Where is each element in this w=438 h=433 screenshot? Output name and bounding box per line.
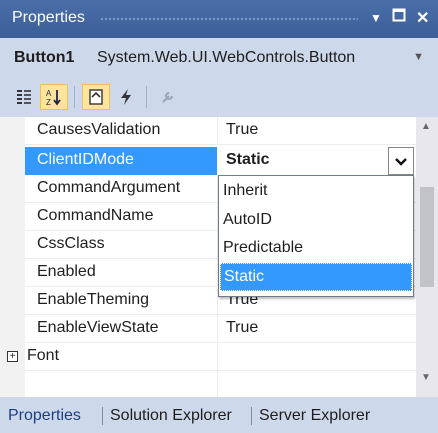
object-type: System.Web.UI.WebControls.Button (97, 49, 356, 66)
auto-hide-icon[interactable] (392, 8, 406, 27)
property-value[interactable]: True (226, 121, 258, 139)
property-name: Enabled (37, 263, 96, 280)
clientidmode-dropdown-list: Inherit AutoID Predictable Static (218, 175, 414, 297)
dropdown-option-autoid[interactable]: AutoID (220, 207, 412, 235)
dropdown-option-inherit[interactable]: Inherit (220, 178, 412, 206)
vertical-scrollbar[interactable]: ▲ ▼ (416, 117, 438, 397)
property-row-font[interactable]: + Font (0, 343, 416, 371)
expand-icon[interactable]: + (7, 351, 18, 362)
categorized-icon[interactable] (10, 84, 38, 110)
svg-text:Z: Z (46, 98, 51, 106)
events-icon[interactable] (112, 84, 140, 110)
svg-text:A: A (46, 89, 52, 98)
drag-grip[interactable] (100, 17, 358, 21)
property-row-causesvalidation[interactable]: CausesValidation True (0, 117, 416, 145)
object-name: Button1 (14, 49, 75, 66)
property-name: CommandArgument (37, 179, 181, 196)
scroll-down-icon[interactable]: ▼ (421, 372, 431, 383)
close-icon[interactable]: ✕ (416, 8, 429, 28)
dropdown-toggle-button[interactable] (388, 147, 414, 175)
property-name: CssClass (37, 235, 105, 252)
property-name: ClientIDMode (37, 151, 134, 168)
dropdown-option-predictable[interactable]: Predictable (220, 235, 412, 263)
toolbar: AZ (0, 80, 438, 116)
property-name: EnableViewState (37, 319, 159, 336)
property-row-enableviewstate[interactable]: EnableViewState True (0, 315, 416, 343)
tab-server-explorer[interactable]: Server Explorer (255, 405, 374, 427)
property-name: CommandName (37, 207, 154, 224)
object-selector[interactable]: Button1 System.Web.UI.WebControls.Button… (0, 38, 438, 80)
alphabetical-icon[interactable]: AZ (40, 84, 68, 110)
property-name: EnableTheming (37, 291, 150, 308)
title-bar: Properties ▼ ✕ (0, 0, 438, 38)
chevron-down-icon (395, 154, 407, 169)
property-value[interactable]: True (226, 319, 258, 337)
scroll-thumb[interactable] (420, 187, 434, 287)
property-row-clientidmode[interactable]: ClientIDMode Static (0, 147, 416, 175)
properties-icon[interactable] (82, 84, 110, 110)
scroll-up-icon[interactable]: ▲ (421, 121, 431, 132)
tab-properties[interactable]: Properties (4, 405, 85, 427)
chevron-down-icon[interactable]: ▼ (413, 51, 424, 63)
property-name: Font (27, 347, 60, 364)
property-pages-icon[interactable] (154, 84, 182, 110)
property-value-editor[interactable]: Static (226, 151, 270, 169)
dropdown-option-static[interactable]: Static (220, 263, 412, 291)
tool-window-tabs: Properties Solution Explorer Server Expl… (0, 397, 438, 433)
window-title: Properties (12, 9, 85, 26)
window-position-dropdown-icon[interactable]: ▼ (370, 11, 382, 25)
property-name: CausesValidation (37, 121, 161, 138)
property-row-partial (0, 371, 416, 397)
tab-solution-explorer[interactable]: Solution Explorer (106, 405, 236, 427)
